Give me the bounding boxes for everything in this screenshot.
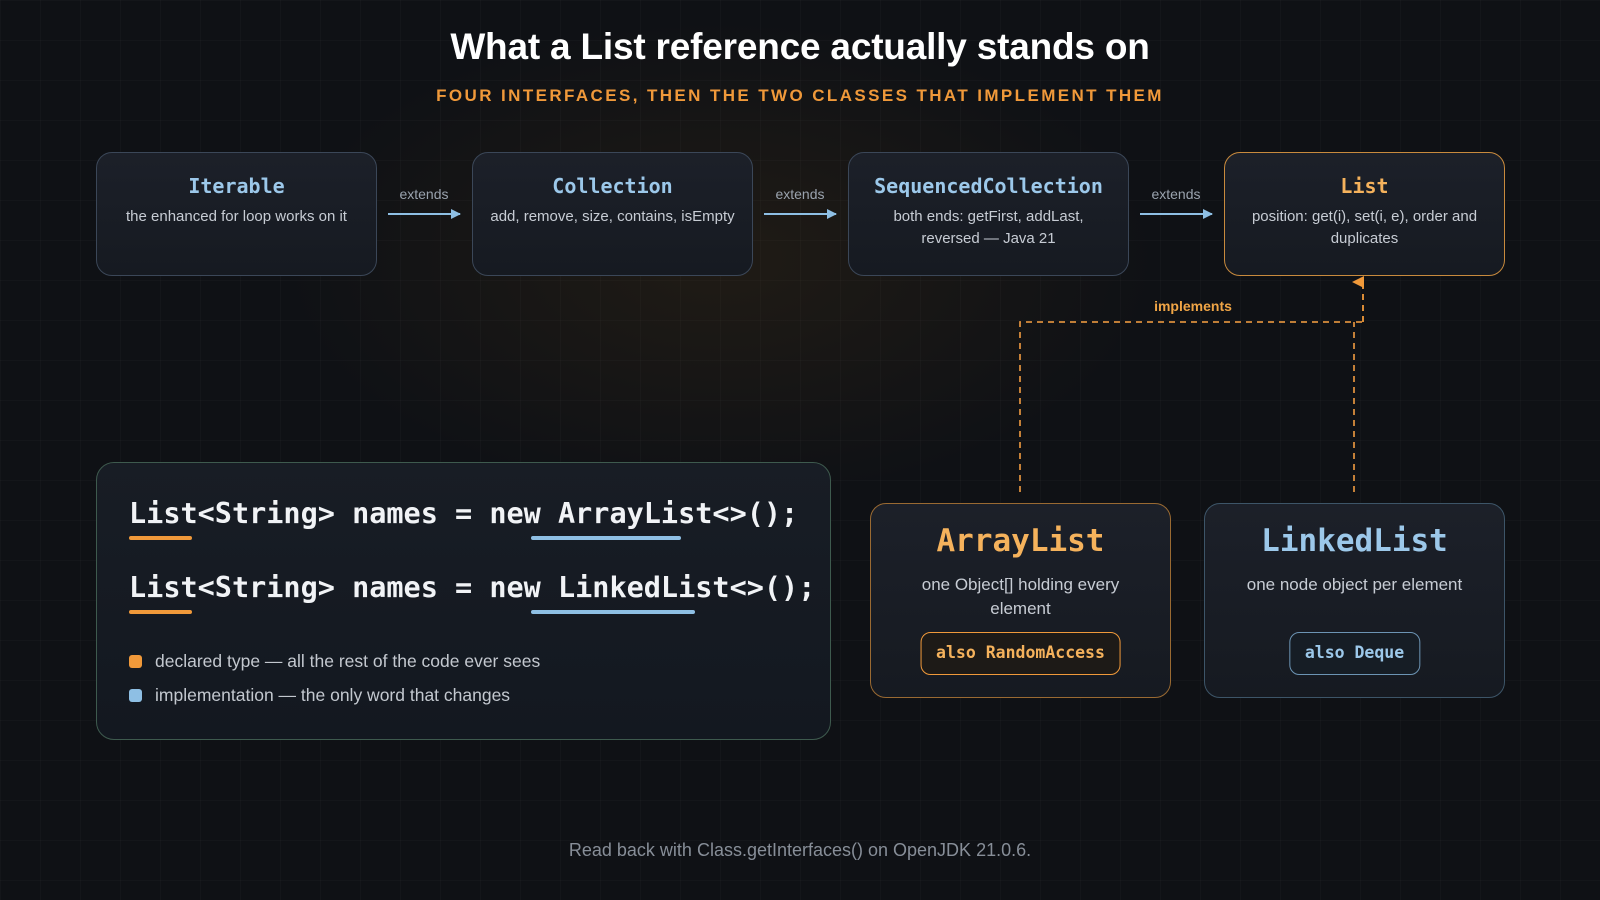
code-example-panel: List<String> names = new ArrayList<>(); … xyxy=(96,462,831,740)
interface-node-list: List position: get(i), set(i, e), order … xyxy=(1224,152,1505,276)
interface-name: Iterable xyxy=(188,174,285,198)
declared-type-underline xyxy=(129,610,192,614)
class-node-linkedlist: LinkedList one node object per element a… xyxy=(1204,503,1505,698)
implements-path-arraylist xyxy=(1019,321,1363,492)
class-description: one Object[] holding every element xyxy=(921,575,1120,618)
implementation-type: ArrayList xyxy=(557,497,713,530)
legend-label: declared type — all the rest of the code… xyxy=(155,651,541,671)
interface-description: the enhanced for loop works on it xyxy=(126,208,347,225)
code-text: <>(); xyxy=(712,497,799,530)
interface-description: add, remove, size, contains, isEmpty xyxy=(490,208,735,225)
code-text: names = new xyxy=(334,497,558,530)
interface-description: both ends: getFirst, addLast, reversed —… xyxy=(893,208,1084,247)
legend-label: implementation — the only word that chan… xyxy=(155,685,511,705)
interface-node-sequencedcollection: SequencedCollection both ends: getFirst,… xyxy=(848,152,1129,276)
declared-type: List<String> xyxy=(129,497,335,530)
class-node-arraylist: ArrayList one Object[] holding every ele… xyxy=(870,503,1171,698)
interface-node-collection: Collection add, remove, size, contains, … xyxy=(472,152,753,276)
interface-description: position: get(i), set(i, e), order and d… xyxy=(1251,208,1478,247)
interface-name: SequencedCollection xyxy=(874,174,1103,198)
legend-item-declared-type: declared type — all the rest of the code… xyxy=(129,651,540,672)
interface-name: Collection xyxy=(552,174,673,198)
declared-type: List<String> xyxy=(129,571,335,604)
code-text: names = new xyxy=(334,571,558,604)
code-text: <>(); xyxy=(729,571,816,604)
interface-name: List xyxy=(1340,174,1389,198)
extends-label-2: extends xyxy=(775,186,825,202)
class-name: ArrayList xyxy=(936,523,1105,559)
class-description: one node object per element xyxy=(1246,575,1463,594)
declared-type-underline xyxy=(129,536,192,540)
class-badge: also Deque xyxy=(1288,632,1421,675)
footer-note: Read back with Class.getInterfaces() on … xyxy=(568,840,1032,860)
extends-label-1: extends xyxy=(399,186,449,202)
swatch-blue xyxy=(129,689,142,702)
swatch-orange xyxy=(129,655,142,668)
interface-node-iterable: Iterable the enhanced for loop works on … xyxy=(96,152,377,276)
connector-lines xyxy=(388,209,1364,492)
implementation-type: LinkedList xyxy=(557,571,730,604)
legend-item-implementation: implementation — the only word that chan… xyxy=(129,685,510,706)
code-line-linkedlist: List<String> names = new LinkedList<>(); xyxy=(129,571,815,604)
implementation-underline xyxy=(531,536,681,540)
extends-label-3: extends xyxy=(1151,186,1201,202)
implementation-underline xyxy=(531,610,695,614)
implements-label: implements xyxy=(1154,298,1232,314)
code-line-arraylist: List<String> names = new ArrayList<>(); xyxy=(129,497,798,530)
class-badge: also RandomAccess xyxy=(920,632,1121,675)
class-name: LinkedList xyxy=(1261,523,1448,559)
